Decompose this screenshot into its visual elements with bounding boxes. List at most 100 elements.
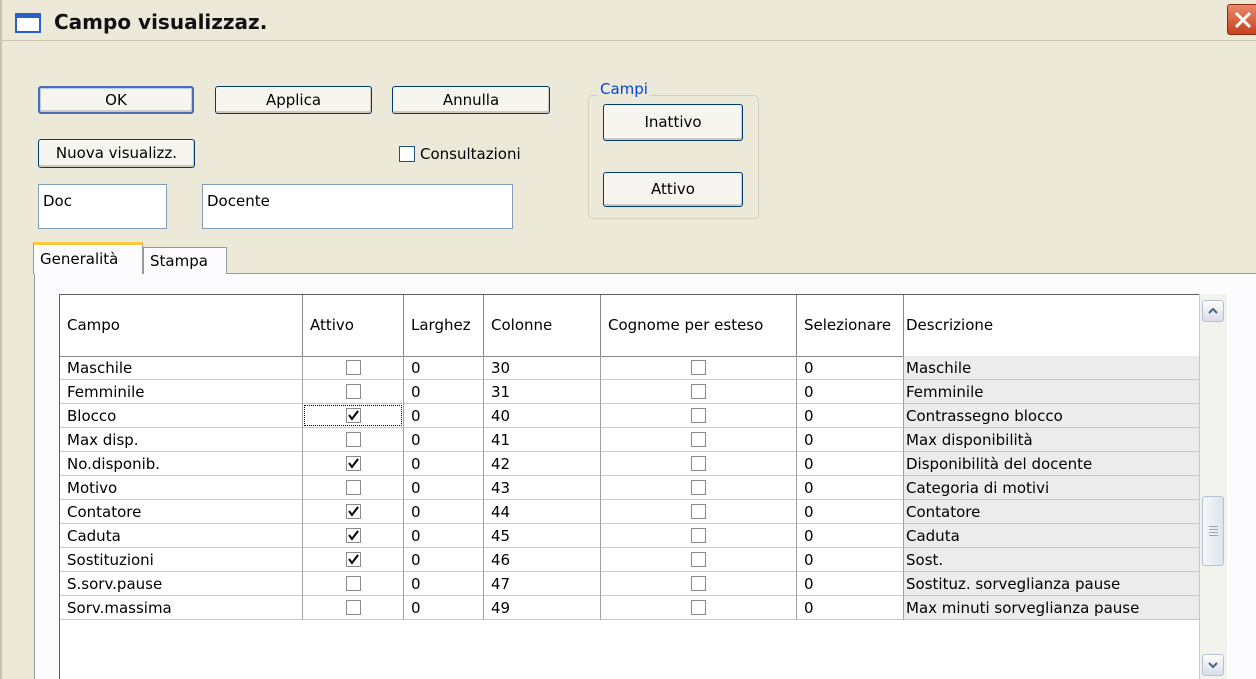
cell-selezionare[interactable]: 0 [797,500,904,524]
cell-descrizione[interactable]: Contatore [904,500,1199,524]
cell-campo[interactable]: Sorv.massima [60,596,303,620]
cell-selezionare[interactable]: 0 [797,452,904,476]
cell-campo[interactable]: No.disponib. [60,452,303,476]
cognome-checkbox[interactable] [691,432,706,447]
column-header-larghezza[interactable]: Larghez [404,295,484,356]
inactive-button[interactable]: Inattivo [603,104,743,141]
table-row[interactable]: Sorv.massima 0 49 0 Max minuti sorveglianza … [60,596,1199,620]
cell-selezionare[interactable]: 0 [797,596,904,620]
table-row[interactable]: S.sorv.pause 0 47 0 Sostituz. sorveglianza p… [60,572,1199,596]
table-row[interactable]: Sostituzioni 0 46 0 Sost. [60,548,1199,572]
attivo-checkbox[interactable] [346,360,361,375]
cell-selezionare[interactable]: 0 [797,572,904,596]
cell-larghezza[interactable]: 0 [404,524,484,548]
table-row[interactable]: Caduta 0 45 0 Caduta [60,524,1199,548]
cell-campo[interactable]: S.sorv.pause [60,572,303,596]
cell-larghezza[interactable]: 0 [404,476,484,500]
cognome-checkbox[interactable] [691,408,706,423]
scroll-down-button[interactable] [1202,654,1224,676]
cell-larghezza[interactable]: 0 [404,404,484,428]
scroll-thumb[interactable] [1202,496,1224,566]
table-row[interactable]: Motivo 0 43 0 Categoria di motivi [60,476,1199,500]
cancel-button[interactable]: Annulla [392,86,550,114]
attivo-checkbox[interactable] [346,552,361,567]
cell-colonne[interactable]: 30 [484,356,601,380]
short-name-field[interactable]: Doc [38,184,167,229]
title-bar[interactable]: Campo visualizzaz. [2,0,1256,41]
attivo-checkbox[interactable] [346,456,361,471]
cell-larghezza[interactable]: 0 [404,428,484,452]
cell-descrizione[interactable]: Disponibilità del docente [904,452,1199,476]
cell-campo[interactable]: Max disp. [60,428,303,452]
cell-selezionare[interactable]: 0 [797,548,904,572]
cell-larghezza[interactable]: 0 [404,500,484,524]
cell-campo[interactable]: Maschile [60,356,303,380]
ok-button[interactable]: OK [38,86,194,114]
column-header-cognome[interactable]: Cognome per esteso [601,295,797,356]
new-view-button[interactable]: Nuova visualizz. [38,139,195,168]
tab-generalita[interactable]: Generalità [33,242,143,274]
cell-selezionare[interactable]: 0 [797,428,904,452]
cognome-checkbox[interactable] [691,552,706,567]
cognome-checkbox[interactable] [691,456,706,471]
cell-colonne[interactable]: 49 [484,596,601,620]
cognome-checkbox[interactable] [691,576,706,591]
cell-larghezza[interactable]: 0 [404,596,484,620]
cell-colonne[interactable]: 41 [484,428,601,452]
cell-descrizione[interactable]: Max minuti sorveglianza pause [904,596,1199,620]
cell-colonne[interactable]: 43 [484,476,601,500]
vertical-scrollbar[interactable] [1199,294,1227,679]
cell-campo[interactable]: Femminile [60,380,303,404]
attivo-checkbox[interactable] [346,600,361,615]
table-row[interactable]: Femminile 0 31 0 Femminile [60,380,1199,404]
cell-campo[interactable]: Caduta [60,524,303,548]
cell-descrizione[interactable]: Contrassegno blocco [904,404,1199,428]
cell-colonne[interactable]: 40 [484,404,601,428]
attivo-checkbox[interactable] [346,384,361,399]
cell-descrizione[interactable]: Femminile [904,380,1199,404]
table-row[interactable]: Contatore 0 44 0 Contatore [60,500,1199,524]
cognome-checkbox[interactable] [691,528,706,543]
cell-campo[interactable]: Sostituzioni [60,548,303,572]
table-row[interactable]: Max disp. 0 41 0 Max disponibilità [60,428,1199,452]
cell-colonne[interactable]: 45 [484,524,601,548]
table-row[interactable]: No.disponib. 0 42 0 Disponibilità del docent… [60,452,1199,476]
cognome-checkbox[interactable] [691,504,706,519]
attivo-checkbox[interactable] [346,480,361,495]
cognome-checkbox[interactable] [691,384,706,399]
cell-colonne[interactable]: 44 [484,500,601,524]
cognome-checkbox[interactable] [691,600,706,615]
tab-stampa[interactable]: Stampa [143,247,227,274]
cell-descrizione[interactable]: Categoria di motivi [904,476,1199,500]
column-header-colonne[interactable]: Colonne [484,295,601,356]
attivo-checkbox[interactable] [346,528,361,543]
cell-descrizione[interactable]: Sost. [904,548,1199,572]
cell-larghezza[interactable]: 0 [404,572,484,596]
column-header-selezionare[interactable]: Selezionare [797,295,904,356]
cell-descrizione[interactable]: Caduta [904,524,1199,548]
cell-selezionare[interactable]: 0 [797,356,904,380]
cell-larghezza[interactable]: 0 [404,356,484,380]
cell-selezionare[interactable]: 0 [797,476,904,500]
cognome-checkbox[interactable] [691,480,706,495]
consultazioni-checkbox[interactable] [399,146,415,162]
close-button[interactable] [1227,4,1256,35]
table-row[interactable]: Blocco 0 40 0 Contrassegno blocco [60,404,1199,428]
column-header-attivo[interactable]: Attivo [303,295,404,356]
attivo-checkbox[interactable] [346,432,361,447]
cell-colonne[interactable]: 31 [484,380,601,404]
cognome-checkbox[interactable] [691,360,706,375]
active-button[interactable]: Attivo [603,172,743,207]
cell-campo[interactable]: Blocco [60,404,303,428]
cell-selezionare[interactable]: 0 [797,404,904,428]
cell-colonne[interactable]: 47 [484,572,601,596]
cell-colonne[interactable]: 46 [484,548,601,572]
cell-descrizione[interactable]: Sostituz. sorveglianza pause [904,572,1199,596]
column-header-descrizione[interactable]: Descrizione [904,295,1199,356]
cell-campo[interactable]: Motivo [60,476,303,500]
cell-larghezza[interactable]: 0 [404,452,484,476]
cell-selezionare[interactable]: 0 [797,380,904,404]
cell-descrizione[interactable]: Maschile [904,356,1199,380]
apply-button[interactable]: Applica [215,86,372,114]
attivo-checkbox[interactable] [346,576,361,591]
